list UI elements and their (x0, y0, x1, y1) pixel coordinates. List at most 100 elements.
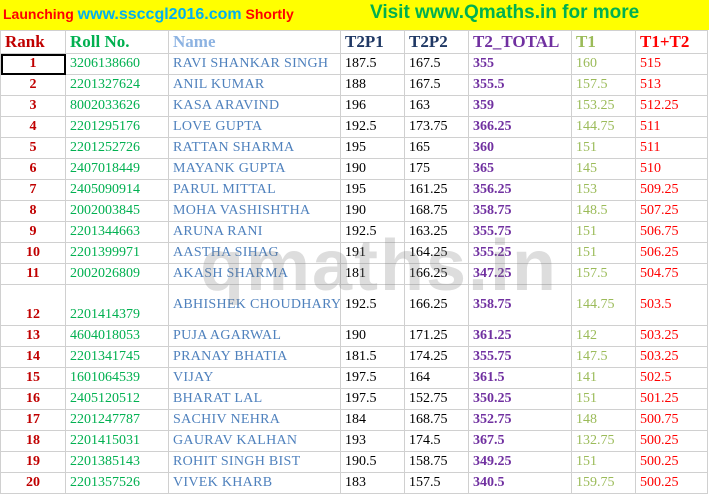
t1-plus-t2-cell[interactable]: 515 (635, 53, 708, 75)
rank-cell[interactable]: 15 (0, 367, 66, 389)
t2p1-cell[interactable]: 197.5 (340, 388, 405, 410)
t1-cell[interactable]: 157.5 (571, 74, 636, 96)
t1-plus-t2-cell[interactable]: 502.5 (635, 367, 708, 389)
rank-cell[interactable]: 5 (0, 137, 66, 159)
t1-cell[interactable]: 151 (571, 451, 636, 473)
t2p1-cell[interactable]: 192.5 (340, 284, 405, 326)
rank-cell[interactable]: 8 (0, 200, 66, 222)
roll-cell[interactable]: 1601064539 (65, 367, 169, 389)
col-header-t1-plus-t2[interactable]: T1+T2 (635, 30, 708, 54)
t2p1-cell[interactable]: 192.5 (340, 221, 405, 243)
name-cell[interactable]: SACHIV NEHRA (168, 409, 341, 431)
name-cell[interactable]: PARUL MITTAL (168, 179, 341, 201)
t1-plus-t2-cell[interactable]: 504.75 (635, 263, 708, 285)
rank-cell[interactable]: 1 (0, 53, 66, 75)
name-cell[interactable]: PRANAY BHATIA (168, 346, 341, 368)
t1-plus-t2-cell[interactable]: 513 (635, 74, 708, 96)
t1-plus-t2-cell[interactable]: 500.25 (635, 430, 708, 452)
visit-notice[interactable]: Visit www.Qmaths.in for more (370, 2, 639, 24)
t2p1-cell[interactable]: 195 (340, 137, 405, 159)
t2-total-cell[interactable]: 355 (468, 53, 572, 75)
t1-cell[interactable]: 153.25 (571, 95, 636, 117)
t2p1-cell[interactable]: 195 (340, 179, 405, 201)
t1-plus-t2-cell[interactable]: 501.25 (635, 388, 708, 410)
t2p2-cell[interactable]: 168.75 (404, 200, 469, 222)
t1-plus-t2-cell[interactable]: 509.25 (635, 179, 708, 201)
t2-total-cell[interactable]: 361.25 (468, 325, 572, 347)
t2p1-cell[interactable]: 190 (340, 200, 405, 222)
col-header-t2-total[interactable]: T2_TOTAL (468, 30, 572, 54)
t2p2-cell[interactable]: 166.25 (404, 284, 469, 326)
col-header-name[interactable]: Name (168, 30, 341, 54)
t1-cell[interactable]: 144.75 (571, 284, 636, 326)
t1-plus-t2-cell[interactable]: 511 (635, 137, 708, 159)
rank-cell[interactable]: 4 (0, 116, 66, 138)
roll-cell[interactable]: 2405090914 (65, 179, 169, 201)
t1-cell[interactable]: 145 (571, 158, 636, 180)
name-cell[interactable]: MOHA VASHISHTHA (168, 200, 341, 222)
name-cell[interactable]: ARUNA RANI (168, 221, 341, 243)
t1-plus-t2-cell[interactable]: 500.75 (635, 409, 708, 431)
t2p2-cell[interactable]: 171.25 (404, 325, 469, 347)
t2p1-cell[interactable]: 193 (340, 430, 405, 452)
t2p2-cell[interactable]: 167.5 (404, 53, 469, 75)
t2p1-cell[interactable]: 188 (340, 74, 405, 96)
t1-plus-t2-cell[interactable]: 506.75 (635, 221, 708, 243)
rank-cell[interactable]: 2 (0, 74, 66, 96)
t2p1-cell[interactable]: 192.5 (340, 116, 405, 138)
rank-cell[interactable]: 18 (0, 430, 66, 452)
t2-total-cell[interactable]: 340.5 (468, 472, 572, 494)
t2p2-cell[interactable]: 152.75 (404, 388, 469, 410)
t2p2-cell[interactable]: 175 (404, 158, 469, 180)
t2-total-cell[interactable]: 355.75 (468, 346, 572, 368)
name-cell[interactable]: KASA ARAVIND (168, 95, 341, 117)
t1-plus-t2-cell[interactable]: 506.25 (635, 242, 708, 264)
t1-cell[interactable]: 151 (571, 388, 636, 410)
t1-cell[interactable]: 141 (571, 367, 636, 389)
t2p2-cell[interactable]: 173.75 (404, 116, 469, 138)
t2-total-cell[interactable]: 365 (468, 158, 572, 180)
launch-site-link[interactable]: www.ssccgl2016.com (78, 6, 242, 23)
t1-plus-t2-cell[interactable]: 507.25 (635, 200, 708, 222)
col-header-roll-no[interactable]: Roll No. (65, 30, 169, 54)
name-cell[interactable]: RAVI SHANKAR SINGH (168, 53, 341, 75)
rank-cell[interactable]: 11 (0, 263, 66, 285)
t2p1-cell[interactable]: 190.5 (340, 451, 405, 473)
t1-plus-t2-cell[interactable]: 503.25 (635, 325, 708, 347)
t2-total-cell[interactable]: 361.5 (468, 367, 572, 389)
col-header-t1[interactable]: T1 (571, 30, 636, 54)
rank-cell[interactable]: 10 (0, 242, 66, 264)
col-header-t2p1[interactable]: T2P1 (340, 30, 405, 54)
t1-plus-t2-cell[interactable]: 500.25 (635, 451, 708, 473)
t2-total-cell[interactable]: 366.25 (468, 116, 572, 138)
rank-cell[interactable]: 13 (0, 325, 66, 347)
t1-plus-t2-cell[interactable]: 510 (635, 158, 708, 180)
t2-total-cell[interactable]: 355.75 (468, 221, 572, 243)
t2p1-cell[interactable]: 183 (340, 472, 405, 494)
name-cell[interactable]: ANIL KUMAR (168, 74, 341, 96)
name-cell[interactable]: RATTAN SHARMA (168, 137, 341, 159)
t1-cell[interactable]: 142 (571, 325, 636, 347)
roll-cell[interactable]: 2201252726 (65, 137, 169, 159)
t2p1-cell[interactable]: 196 (340, 95, 405, 117)
t2p2-cell[interactable]: 161.25 (404, 179, 469, 201)
roll-cell[interactable]: 2002003845 (65, 200, 169, 222)
name-cell[interactable]: LOVE GUPTA (168, 116, 341, 138)
t2-total-cell[interactable]: 352.75 (468, 409, 572, 431)
rank-cell[interactable]: 16 (0, 388, 66, 410)
name-cell[interactable]: ABHISHEK CHOUDHARY (168, 284, 341, 326)
name-cell[interactable]: AASTHA SIHAG (168, 242, 341, 264)
t2p1-cell[interactable]: 187.5 (340, 53, 405, 75)
t2p2-cell[interactable]: 163 (404, 95, 469, 117)
t2p2-cell[interactable]: 164.25 (404, 242, 469, 264)
roll-cell[interactable]: 2201399971 (65, 242, 169, 264)
t1-plus-t2-cell[interactable]: 500.25 (635, 472, 708, 494)
t1-plus-t2-cell[interactable]: 511 (635, 116, 708, 138)
t1-cell[interactable]: 151 (571, 221, 636, 243)
rank-cell[interactable]: 20 (0, 472, 66, 494)
t2-total-cell[interactable]: 367.5 (468, 430, 572, 452)
name-cell[interactable]: MAYANK GUPTA (168, 158, 341, 180)
t2p1-cell[interactable]: 181.5 (340, 346, 405, 368)
t1-cell[interactable]: 132.75 (571, 430, 636, 452)
roll-cell[interactable]: 2201385143 (65, 451, 169, 473)
